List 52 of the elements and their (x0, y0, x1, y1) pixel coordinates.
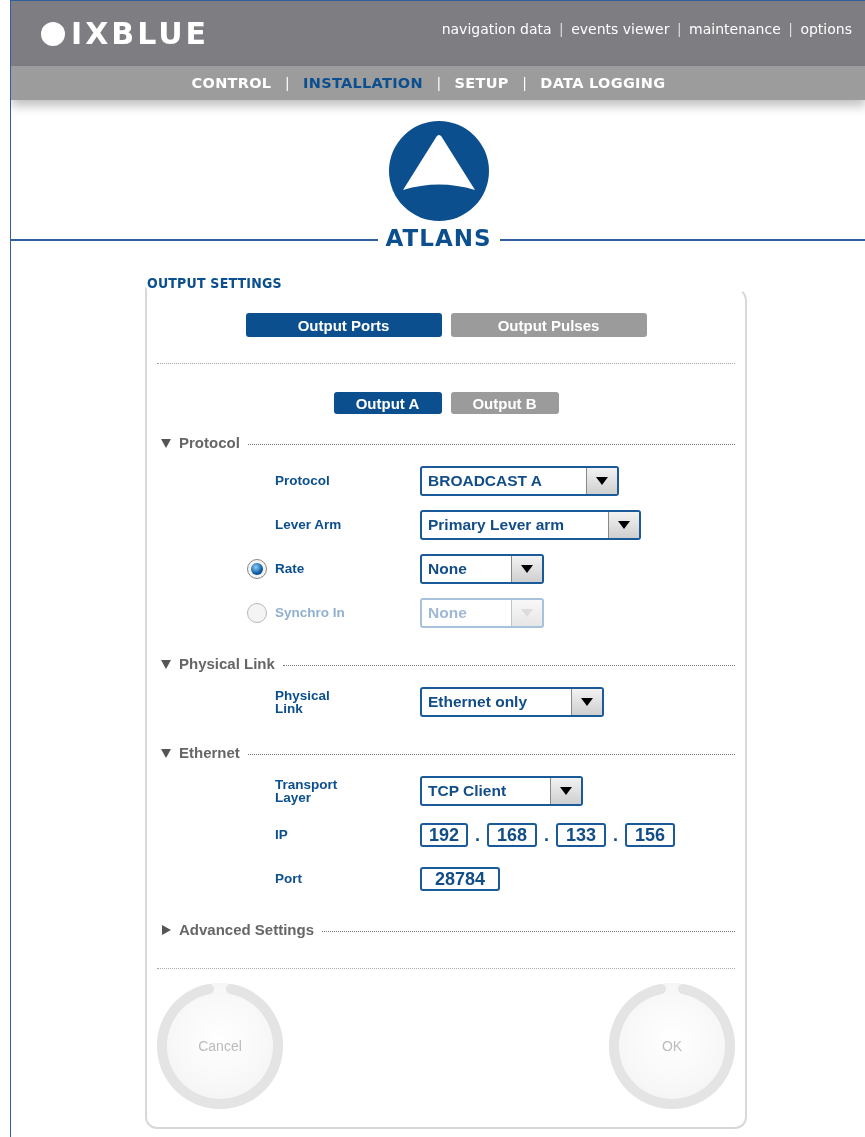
nav-separator: | (436, 75, 441, 91)
ip-separator: . (475, 824, 480, 846)
header-link[interactable]: options (800, 21, 852, 37)
panel-title: OUTPUT SETTINGS (146, 275, 283, 291)
section-header[interactable]: Advanced Settings (179, 921, 315, 938)
caret-icon (560, 787, 573, 795)
section-header[interactable]: Protocol (179, 434, 240, 451)
ip-octet-field[interactable]: 156 (625, 823, 676, 847)
product-name: ATLANS (385, 225, 492, 251)
caret-down-icon[interactable] (161, 747, 171, 758)
caret-icon (581, 698, 594, 706)
link-separator: | (559, 21, 564, 37)
dropdown[interactable]: Primary Lever arm (420, 510, 642, 540)
triangle-logo-icon (388, 121, 489, 221)
caret-right-icon[interactable] (161, 924, 171, 935)
header-link[interactable]: events viewer (571, 21, 670, 37)
field-label: IP (275, 828, 289, 842)
ip-octet-field[interactable]: 168 (487, 823, 537, 847)
field-label: Rate (275, 562, 306, 576)
caret-down-icon[interactable] (161, 437, 171, 448)
subtab[interactable]: Output A (333, 392, 442, 414)
tab[interactable]: Output Ports (245, 313, 442, 337)
caret-down-icon[interactable] (161, 658, 171, 669)
header-link[interactable]: maintenance (689, 21, 781, 37)
field-label: Transport Layer (275, 777, 339, 805)
radio-button[interactable] (247, 559, 267, 579)
header-link[interactable]: navigation data (441, 21, 552, 37)
nav-tab[interactable]: INSTALLATION (303, 75, 423, 91)
logo: IXBLUE (41, 16, 210, 51)
link-separator: | (788, 21, 793, 37)
caret-icon (595, 477, 608, 485)
field-label: Synchro In (275, 606, 346, 620)
ip-octet-field[interactable]: 192 (420, 823, 468, 847)
field-label: Lever Arm (275, 518, 343, 532)
dropdown[interactable]: TCP Client (420, 776, 584, 806)
dropdown[interactable]: BROADCAST A (420, 466, 619, 496)
ip-octet-field[interactable]: 133 (556, 823, 607, 847)
field-label: Port (275, 872, 303, 886)
nav-separator: | (285, 75, 290, 91)
ip-separator: . (613, 824, 619, 846)
dropdown[interactable]: None (420, 554, 544, 584)
link-separator: | (677, 21, 682, 37)
caret-icon (520, 565, 533, 573)
section-header[interactable]: Ethernet (179, 744, 240, 761)
ip-separator: . (544, 824, 550, 846)
field-label: Physical Link (275, 688, 331, 716)
port-field[interactable]: 28784 (420, 867, 500, 891)
caret-icon (618, 521, 631, 529)
section-header[interactable]: Physical Link (179, 655, 275, 672)
field-label: Protocol (275, 474, 331, 488)
dropdown[interactable]: Ethernet only (420, 687, 605, 717)
nav-separator: | (522, 75, 527, 91)
